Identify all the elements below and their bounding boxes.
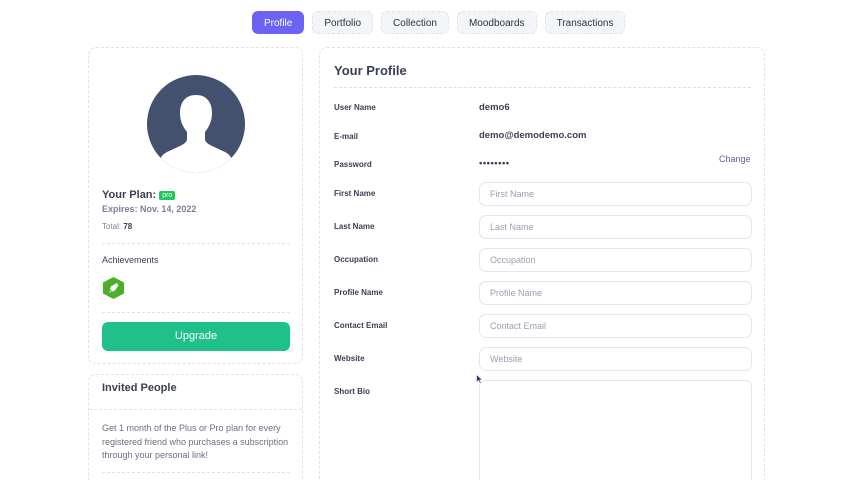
profile-card: Your Profile User Name demo6 E-mail demo… — [319, 47, 765, 480]
achievements-divider — [102, 312, 290, 313]
short-bio-textarea[interactable] — [479, 380, 752, 480]
avatar — [147, 75, 245, 173]
change-password-link[interactable]: Change — [719, 154, 751, 164]
contact-email-input[interactable] — [479, 314, 752, 338]
invited-people-title: Invited People — [102, 382, 177, 394]
website-input[interactable] — [479, 347, 752, 371]
profile-divider — [334, 87, 751, 88]
profile-name-label: Profile Name — [334, 288, 383, 297]
plan-badge: pro — [159, 191, 176, 200]
upgrade-button[interactable]: Upgrade — [102, 322, 290, 351]
tab-profile[interactable]: Profile — [252, 11, 305, 34]
password-label: Password — [334, 160, 372, 169]
invite-description: Get 1 month of the Plus or Pro plan for … — [102, 423, 289, 460]
website-label: Website — [334, 354, 365, 363]
invite-text-divider — [102, 472, 290, 473]
username-value: demo6 — [479, 102, 510, 113]
email-value: demo@demodemo.com — [479, 130, 587, 141]
total-label: Total: — [102, 222, 122, 231]
plan-divider — [102, 243, 290, 244]
total-value: 78 — [123, 222, 133, 231]
first-name-label: First Name — [334, 189, 376, 198]
occupation-label: Occupation — [334, 255, 379, 264]
tab-transactions[interactable]: Transactions — [544, 11, 626, 34]
invited-people-card: Invited People Get 1 month of the Plus o… — [88, 374, 303, 480]
plan-expires: Expires: Nov. 14, 2022 — [102, 204, 197, 214]
email-label: E-mail — [334, 132, 359, 141]
profile-tabs: Profile Portfolio Collection Moodboards … — [252, 11, 626, 34]
first-name-input[interactable] — [479, 182, 752, 206]
tab-collection[interactable]: Collection — [381, 11, 449, 34]
last-name-input[interactable] — [479, 215, 752, 239]
profile-name-input[interactable] — [479, 281, 752, 305]
plan-card: Your Plan: pro Expires: Nov. 14, 2022 Tot… — [88, 47, 303, 364]
contact-email-label: Contact Email — [334, 321, 388, 330]
tab-moodboards[interactable]: Moodboards — [456, 11, 537, 34]
short-bio-label: Short Bio — [334, 387, 370, 396]
user-silhouette-icon — [157, 95, 235, 173]
plan-total: Total: 78 — [102, 222, 132, 231]
rocket-hexagon-icon[interactable] — [103, 277, 124, 299]
occupation-input[interactable] — [479, 248, 752, 272]
password-value: •••••••• — [479, 158, 510, 169]
plan-label-text: Your Plan: — [102, 189, 157, 201]
achievements-label: Achievements — [102, 255, 159, 265]
username-label: User Name — [334, 103, 376, 112]
tab-portfolio[interactable]: Portfolio — [312, 11, 374, 34]
mouse-pointer-icon — [476, 374, 483, 384]
profile-title: Your Profile — [334, 63, 407, 78]
last-name-label: Last Name — [334, 222, 375, 231]
plan-label: Your Plan: pro — [102, 189, 176, 201]
invite-divider — [89, 409, 302, 410]
